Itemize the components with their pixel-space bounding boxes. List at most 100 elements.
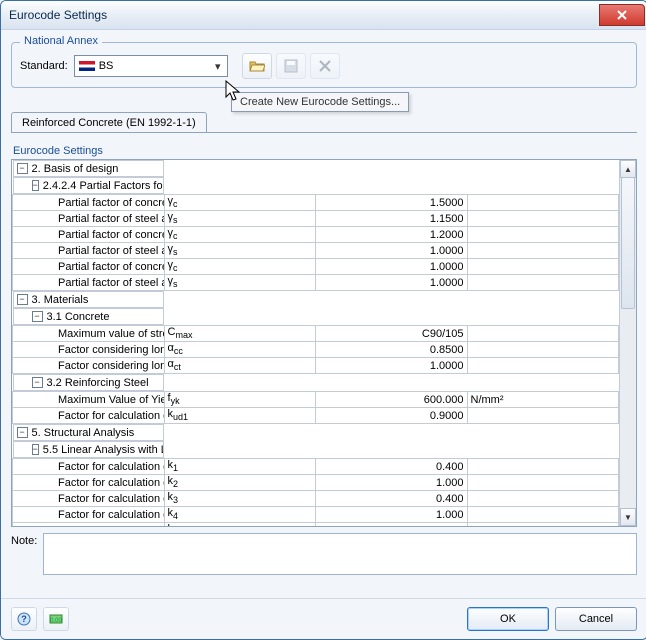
table-row[interactable]: Factor for calculation of redistribution… — [13, 507, 619, 523]
table-row[interactable]: Partial factor of concrete at the ultima… — [13, 195, 619, 211]
table-row[interactable]: −5.5 Linear Analysis with Limited Redist… — [13, 441, 619, 459]
param-unit — [467, 275, 619, 291]
param-label: Factor for calculation of redistribution… — [13, 507, 165, 523]
table-row[interactable]: −3.2 Reinforcing Steel — [13, 374, 619, 392]
param-label: Partial factor of steel at the ultimate … — [13, 243, 165, 259]
collapse-icon[interactable]: − — [17, 163, 28, 174]
param-value: 1.000 — [316, 507, 468, 523]
scroll-thumb[interactable] — [621, 177, 635, 309]
ok-button[interactable]: OK — [467, 607, 549, 631]
param-unit — [467, 243, 619, 259]
table-row[interactable]: Partial factor of concrete at the servic… — [13, 259, 619, 275]
param-unit — [467, 523, 619, 527]
param-symbol: k2 — [164, 475, 316, 491]
section-heading: Eurocode Settings — [13, 145, 637, 157]
collapse-icon[interactable]: − — [32, 444, 39, 455]
param-value: 0.700 — [316, 523, 468, 527]
table-row[interactable]: Factor for calculation of redistribution… — [13, 459, 619, 475]
save-settings-button[interactable] — [276, 53, 306, 79]
param-symbol: γc — [164, 227, 316, 243]
close-icon — [617, 10, 627, 20]
table-row[interactable]: Partial factor of steel at the serviceab… — [13, 275, 619, 291]
param-label: Partial factor of steel at the serviceab… — [13, 275, 165, 291]
close-button[interactable] — [599, 4, 645, 26]
table-row[interactable]: Factor for calculation of redistribution… — [13, 491, 619, 507]
settings-table: −2. Basis of design−2.4.2.4 Partial Fact… — [11, 159, 637, 527]
table-row[interactable]: −2. Basis of design — [13, 160, 619, 177]
param-value: 1.1500 — [316, 211, 468, 227]
table-row[interactable]: Partial factor of steel at the ultimate … — [13, 211, 619, 227]
param-value: 1.000 — [316, 475, 468, 491]
table-row[interactable]: Factor considering long term actions on … — [13, 358, 619, 374]
svg-text:0.00: 0.00 — [50, 618, 62, 624]
table-row[interactable]: Factor for calculation of redistribution… — [13, 523, 619, 527]
help-button[interactable]: ? — [11, 607, 37, 631]
table-row[interactable]: Factor for calculation of redistribution… — [13, 475, 619, 491]
table-row[interactable]: Factor for calculation of the design val… — [13, 408, 619, 424]
note-textarea[interactable] — [43, 533, 637, 575]
collapse-icon[interactable]: − — [32, 377, 43, 388]
scroll-up-button[interactable]: ▲ — [620, 160, 636, 178]
param-unit — [467, 459, 619, 475]
table-row[interactable]: −3.1 Concrete — [13, 308, 619, 326]
param-symbol: k4 — [164, 507, 316, 523]
collapse-icon[interactable]: − — [32, 311, 43, 322]
param-value: C90/105 — [316, 326, 468, 342]
tab-reinforced-concrete[interactable]: Reinforced Concrete (EN 1992-1-1) — [11, 112, 207, 133]
uk-flag-icon — [79, 61, 95, 71]
units-button[interactable]: 0.00 — [43, 607, 69, 631]
param-unit — [467, 491, 619, 507]
tooltip: Create New Eurocode Settings... — [231, 92, 409, 112]
param-value: 600.000 — [316, 392, 468, 408]
national-annex-legend: National Annex — [20, 35, 102, 47]
new-settings-button[interactable] — [242, 53, 272, 79]
param-symbol: γc — [164, 259, 316, 275]
param-unit — [467, 227, 619, 243]
param-unit — [467, 408, 619, 424]
help-icon: ? — [17, 612, 31, 626]
param-unit: N/mm² — [467, 392, 619, 408]
scroll-down-button[interactable]: ▼ — [620, 508, 636, 526]
table-row[interactable]: −5. Structural Analysis — [13, 424, 619, 442]
collapse-icon[interactable]: − — [17, 427, 28, 438]
param-unit — [467, 195, 619, 211]
table-row[interactable]: −3. Materials — [13, 291, 619, 309]
param-unit — [467, 326, 619, 342]
vertical-scrollbar[interactable]: ▲ ▼ — [619, 160, 636, 526]
param-unit — [467, 342, 619, 358]
param-value: 0.8500 — [316, 342, 468, 358]
svg-text:?: ? — [21, 614, 27, 624]
param-symbol: fyk — [164, 392, 316, 408]
table-row[interactable]: Maximum value of strength class of concr… — [13, 326, 619, 342]
note-label: Note: — [11, 533, 37, 575]
param-label: Maximum value of strength class of concr… — [13, 326, 165, 342]
table-row[interactable]: Factor considering long term actions on … — [13, 342, 619, 358]
param-label: Partial factor of steel at the ultimate … — [13, 211, 165, 227]
param-label: Maximum Value of Yield Strength — [13, 392, 165, 408]
param-label: Factor for calculation of redistribution… — [13, 523, 165, 527]
cancel-button[interactable]: Cancel — [555, 607, 637, 631]
collapse-icon[interactable]: − — [17, 294, 28, 305]
table-row[interactable]: −2.4.2.4 Partial Factors for Materials — [13, 177, 619, 195]
standard-combo[interactable]: BS ▾ — [74, 55, 228, 77]
tabs: Reinforced Concrete (EN 1992-1-1) — [11, 112, 637, 133]
param-value: 1.5000 — [316, 195, 468, 211]
param-symbol: γc — [164, 195, 316, 211]
param-label: Partial factor of concrete at the servic… — [13, 259, 165, 275]
table-row[interactable]: Partial factor of steel at the ultimate … — [13, 243, 619, 259]
param-label: Factor for calculation of redistribution… — [13, 491, 165, 507]
collapse-icon[interactable]: − — [32, 180, 39, 191]
param-label: Factor for calculation of redistribution… — [13, 475, 165, 491]
param-unit — [467, 211, 619, 227]
param-symbol: γs — [164, 243, 316, 259]
eurocode-settings-window: Eurocode Settings National Annex Standar… — [0, 0, 646, 640]
standard-label: Standard: — [20, 60, 68, 72]
delete-settings-button[interactable] — [310, 53, 340, 79]
param-symbol: k1 — [164, 459, 316, 475]
content-area: National Annex Standard: BS ▾ — [1, 30, 646, 598]
param-value: 1.2000 — [316, 227, 468, 243]
delete-icon — [317, 58, 333, 74]
table-row[interactable]: Partial factor of concrete at the ultima… — [13, 227, 619, 243]
table-row[interactable]: Maximum Value of Yield Strengthfyk600.00… — [13, 392, 619, 408]
param-value: 0.400 — [316, 491, 468, 507]
